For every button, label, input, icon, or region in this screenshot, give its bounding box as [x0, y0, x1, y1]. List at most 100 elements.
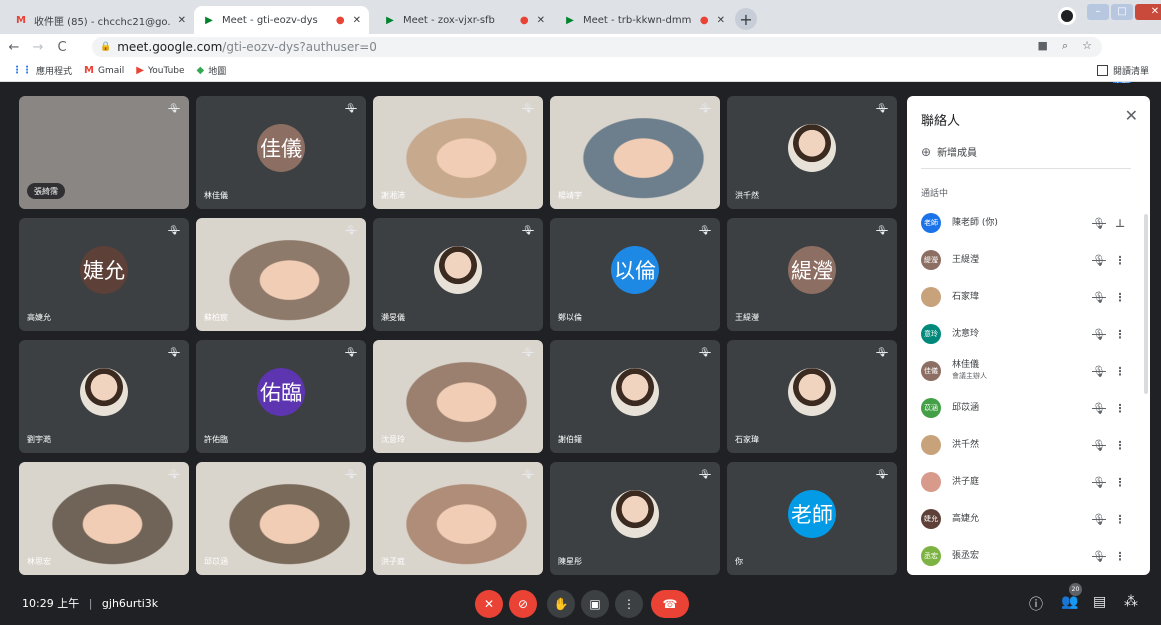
- mic-off-icon: ✕: [483, 597, 495, 611]
- scrollbar[interactable]: [1144, 214, 1148, 394]
- mic-muted-icon: 🎙: [1092, 401, 1106, 415]
- bookmark-maps[interactable]: ◆ 地圖: [197, 64, 227, 77]
- participant-tile[interactable]: 🎙 林思宏: [19, 462, 189, 575]
- participant-row[interactable]: 丞宏 張丞宏 🎙 ⋮: [921, 541, 1131, 571]
- raise-hand-button[interactable]: ✋: [547, 590, 575, 618]
- present-icon: ▣: [589, 597, 601, 611]
- more-vert-icon[interactable]: ⋮: [1109, 328, 1131, 341]
- participant-role: 會議主辦人: [952, 372, 987, 380]
- participant-tile[interactable]: 佑臨 🎙 許佑臨: [196, 340, 366, 453]
- mic-off-button[interactable]: ✕: [475, 590, 503, 618]
- close-window-icon[interactable]: ✕: [1135, 4, 1161, 20]
- minimize-icon[interactable]: –: [1087, 4, 1109, 20]
- meet-icon: ▶: [386, 14, 394, 26]
- tab-gmail[interactable]: M 收件匣 (85) - chcchc21@go.edu.tw ✕: [6, 6, 194, 34]
- avatar: 緹瀅: [921, 250, 941, 270]
- participant-tile[interactable]: 緹瀅 🎙 王緹瀅: [727, 218, 897, 331]
- participant-row[interactable]: 佳儀 林佳儀 會議主辦人 🎙 ⋮: [921, 356, 1131, 386]
- participant-tile[interactable]: 佳儀 🎙 林佳儀: [196, 96, 366, 209]
- participant-name: 瀨旻儀: [381, 313, 405, 322]
- participant-row[interactable]: 苡涵 邱苡涵 🎙 ⋮: [921, 393, 1131, 423]
- maps-icon: ◆: [196, 65, 205, 76]
- participant-tile[interactable]: 🎙 張綺霈: [19, 96, 189, 209]
- participant-row[interactable]: 石家瑋 🎙 ⋮: [921, 282, 1131, 312]
- back-arrow-icon[interactable]: ←: [4, 40, 24, 55]
- reload-icon[interactable]: C: [52, 40, 72, 55]
- bookmark-star-icon[interactable]: ☆: [1082, 39, 1092, 53]
- participant-name: 邱苡涵: [204, 557, 228, 566]
- close-icon[interactable]: ✕: [178, 15, 186, 26]
- participant-tile[interactable]: 🎙 沈意玲: [373, 340, 543, 453]
- participant-tile[interactable]: 🎙 謝湘沛: [373, 96, 543, 209]
- profile-photo: [611, 490, 659, 538]
- participant-row[interactable]: 洪千然 🎙 ⋮: [921, 430, 1131, 460]
- more-vert-icon[interactable]: ⋮: [1109, 291, 1131, 304]
- bookmark-gmail[interactable]: M Gmail: [84, 65, 124, 76]
- new-tab-button[interactable]: +: [735, 8, 757, 30]
- people-icon[interactable]: 👥: [1061, 594, 1078, 610]
- more-options-button[interactable]: ⋮: [615, 590, 643, 618]
- participant-name: 高婕允: [27, 313, 51, 322]
- url-field[interactable]: 🔒 meet.google.com /gti-eozv-dys?authuser…: [92, 37, 1102, 57]
- pin-icon[interactable]: ⊥: [1109, 217, 1131, 230]
- tab-meet-zox-vjxr-sfb[interactable]: ▶ Meet - zox-vjxr-sfb ● ✕: [375, 6, 553, 34]
- participant-name: 張綺霈: [27, 183, 65, 199]
- tab-meet-trb-kkwn-dmm[interactable]: ▶ Meet - trb-kkwn-dmm ● ✕: [555, 6, 733, 34]
- more-vert-icon[interactable]: ⋮: [1109, 476, 1131, 489]
- chat-icon[interactable]: ▤: [1093, 594, 1106, 610]
- reading-list[interactable]: 閱讀清單: [1096, 64, 1149, 77]
- participant-tile[interactable]: 🎙 楊靖宇: [550, 96, 720, 209]
- avatar: 老師: [921, 213, 941, 233]
- participant-tile[interactable]: 🎙 洪千然: [727, 96, 897, 209]
- mic-muted-icon: 🎙: [876, 470, 888, 480]
- zoom-search-icon[interactable]: ⌕: [1062, 39, 1068, 53]
- more-vert-icon[interactable]: ⋮: [1109, 513, 1131, 526]
- participant-tile[interactable]: 🎙 邱苡涵: [196, 462, 366, 575]
- participant-row[interactable]: 洪子庭 🎙 ⋮: [921, 467, 1131, 497]
- bookmark-youtube[interactable]: ▶ YouTube: [136, 65, 184, 76]
- participant-row[interactable]: 緹瀅 王緹瀅 🎙 ⋮: [921, 245, 1131, 275]
- mic-muted-icon: 🎙: [345, 470, 357, 480]
- participant-name-text: 邱苡涵: [952, 402, 980, 413]
- close-icon[interactable]: ✕: [717, 15, 725, 26]
- participant-tile[interactable]: 婕允 🎙 高婕允: [19, 218, 189, 331]
- maximize-icon[interactable]: □: [1111, 4, 1133, 20]
- participant-tile[interactable]: 🎙 劉宇澔: [19, 340, 189, 453]
- add-people-button[interactable]: ⊕ 新增成員: [921, 144, 977, 160]
- more-vert-icon[interactable]: ⋮: [1109, 550, 1131, 563]
- participant-tile[interactable]: 🎙 蘇柏宸: [196, 218, 366, 331]
- activities-icon[interactable]: ⁂: [1124, 594, 1138, 610]
- participant-tile[interactable]: 🎙 石家瑋: [727, 340, 897, 453]
- participant-tile[interactable]: 🎙 謝伯鑵: [550, 340, 720, 453]
- mic-muted-icon: 🎙: [1092, 364, 1106, 378]
- forward-arrow-icon[interactable]: →: [28, 40, 48, 55]
- participant-row[interactable]: 意玲 沈意玲 🎙 ⋮: [921, 319, 1131, 349]
- tab-meet-gti-eozv-dys[interactable]: ▶ Meet - gti-eozv-dys ● ✕: [194, 6, 369, 34]
- participant-name-text: 張丞宏: [952, 550, 980, 561]
- more-vert-icon[interactable]: ⋮: [1109, 439, 1131, 452]
- leave-call-button[interactable]: ☎: [651, 590, 689, 618]
- more-vert-icon[interactable]: ⋮: [1109, 365, 1131, 378]
- url-host: meet.google.com: [117, 40, 223, 54]
- participant-tile[interactable]: 🎙 陳星彤: [550, 462, 720, 575]
- participant-tile[interactable]: 以倫 🎙 鄭以倫: [550, 218, 720, 331]
- meeting-details-icon[interactable]: ⓘ: [1029, 594, 1043, 614]
- camera-in-use-icon[interactable]: ■: [1038, 39, 1048, 53]
- close-icon[interactable]: ✕: [1125, 106, 1138, 125]
- participant-tile[interactable]: 🎙 洪子庭: [373, 462, 543, 575]
- participant-tile[interactable]: 🎙 瀨旻儀: [373, 218, 543, 331]
- more-vert-icon[interactable]: ⋮: [1109, 402, 1131, 415]
- participant-tile[interactable]: 老師 🎙 你: [727, 462, 897, 575]
- avatar: [921, 472, 941, 492]
- chrome-profile-icon[interactable]: [1058, 7, 1076, 25]
- close-icon[interactable]: ✕: [353, 15, 361, 26]
- camera-off-button[interactable]: ⊘: [509, 590, 537, 618]
- bookmark-apps[interactable]: ⋮⋮ 應用程式: [12, 64, 72, 77]
- participant-row[interactable]: 婕允 高婕允 🎙 ⋮: [921, 504, 1131, 534]
- close-icon[interactable]: ✕: [537, 15, 545, 26]
- more-vert-icon[interactable]: ⋮: [1109, 254, 1131, 267]
- avatar: 佳儀: [257, 124, 305, 172]
- mic-muted-icon: 🎙: [522, 470, 534, 480]
- present-screen-button[interactable]: ▣: [581, 590, 609, 618]
- participant-row[interactable]: 老師 陳老師 (你) 🎙 ⊥: [921, 208, 1131, 238]
